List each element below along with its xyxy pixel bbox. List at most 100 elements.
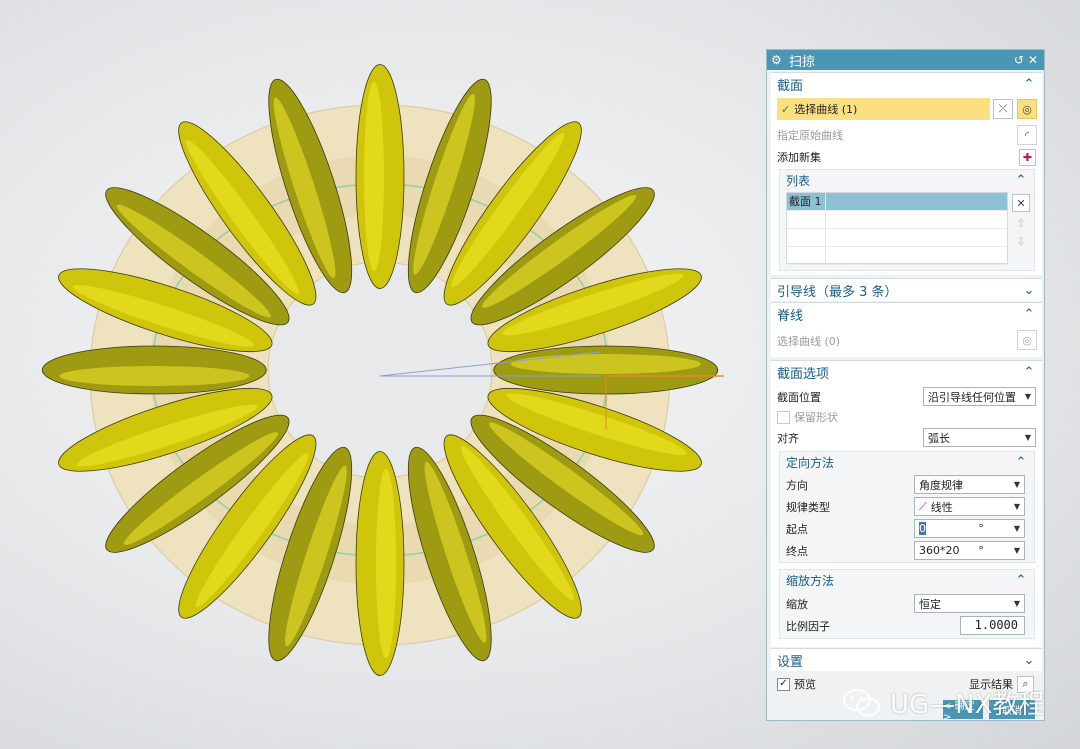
watermark-text: UG—NX教程 [890, 690, 1045, 720]
preview-checkbox[interactable]: ✓ [777, 677, 790, 691]
specify-origin-curve-row: 指定原始曲线 [771, 125, 1042, 145]
dialog-titlebar: ⚙ 扫掠 ↺ ✕ [767, 50, 1044, 70]
scaling-header-label: 缩放方法 [786, 573, 835, 588]
list-header-label: 列表 [786, 173, 811, 188]
sweep-fin [41, 345, 267, 395]
dropdown-arrow-icon: ▼ [1013, 599, 1020, 608]
sweep-fin [355, 451, 405, 676]
add-new-set-row: 添加新集 [771, 147, 1042, 167]
scale-value: 恒定 [919, 597, 941, 611]
fin-highlight [364, 81, 384, 272]
settings-panel: 设置 ⌄ [771, 648, 1042, 671]
spine-panel: 脊线 ⌃ 选择曲线 (0) ◎ [771, 302, 1042, 357]
list-item[interactable] [787, 229, 1007, 247]
law-type-dropdown[interactable]: ⟋ 线性 ▼ [914, 497, 1025, 516]
orientation-header[interactable]: 定向方法 ⌃ [780, 452, 1034, 472]
select-curve-field[interactable]: ✓ 选择曲线 (1) [777, 98, 990, 120]
scale-factor-input[interactable]: 1.0000 [960, 616, 1025, 635]
section-options-header[interactable]: 截面选项 ⌃ [771, 361, 1042, 383]
move-up-icon[interactable]: ⇧ [1012, 215, 1030, 231]
checkmark-icon: ✓ [781, 102, 791, 116]
chevron-up-icon[interactable]: ⌃ [1022, 307, 1036, 322]
list-item-label: 截面 1 [787, 193, 826, 210]
start-value: 0 [919, 522, 926, 535]
settings-header-label: 设置 [777, 654, 804, 670]
list-group: 列表 ⌃ 截面 1 ✕ ⇧ ⇩ [779, 169, 1035, 271]
section-list[interactable]: 截面 1 [786, 192, 1008, 265]
guide-panel: 引导线（最多 3 条） ⌄ [771, 278, 1042, 301]
chevron-up-icon[interactable]: ⌃ [1014, 455, 1028, 470]
move-down-icon[interactable]: ⇩ [1012, 233, 1030, 249]
direction-dropdown[interactable]: 角度规律 ▼ [914, 475, 1025, 494]
chevron-up-icon[interactable]: ⌃ [1022, 365, 1036, 380]
list-item[interactable] [787, 247, 1007, 265]
linear-law-icon: ⟋ [919, 499, 927, 513]
end-unit: ° [978, 544, 984, 557]
gear-icon[interactable]: ⚙ [771, 53, 785, 67]
dialog-title: 扫掠 [789, 54, 816, 70]
law-type-value: 线性 [930, 500, 953, 514]
guide-header-label: 引导线（最多 3 条） [777, 284, 898, 300]
dropdown-arrow-icon: ▼ [1013, 524, 1020, 533]
alignment-dropdown[interactable]: 弧长 ▼ [923, 428, 1036, 447]
list-header[interactable]: 列表 ⌃ [780, 170, 1034, 190]
spine-header[interactable]: 脊线 ⌃ [771, 303, 1042, 325]
dropdown-arrow-icon: ▼ [1013, 546, 1020, 555]
spine-header-label: 脊线 [777, 308, 804, 324]
chevron-up-icon[interactable]: ⌃ [1022, 77, 1036, 92]
section-header[interactable]: 截面 ⌃ [771, 73, 1042, 95]
close-icon[interactable]: ✕ [1026, 53, 1040, 67]
delete-icon[interactable]: ✕ [1012, 194, 1030, 212]
preserve-shape-checkbox[interactable] [777, 410, 790, 424]
orientation-header-label: 定向方法 [786, 455, 835, 470]
spine-select-label: 选择曲线 (0) [777, 335, 841, 348]
chevron-down-icon[interactable]: ⌄ [1022, 283, 1036, 298]
wechat-icon [842, 688, 881, 717]
preserve-shape-label: 保留形状 [794, 411, 838, 424]
list-item[interactable]: 截面 1 [787, 193, 1007, 211]
add-set-icon[interactable]: ✚ [1019, 149, 1036, 166]
scaling-header[interactable]: 缩放方法 ⌃ [780, 570, 1034, 590]
end-input[interactable]: 360*20 ° ▼ [914, 541, 1025, 560]
chevron-up-icon[interactable]: ⌃ [1014, 173, 1028, 188]
reset-icon[interactable]: ↺ [1012, 53, 1026, 67]
reverse-direction-icon[interactable]: ⤫ [993, 99, 1013, 119]
dropdown-arrow-icon: ▼ [1013, 502, 1020, 511]
watermark: UG—NX教程 [842, 684, 1044, 721]
graphics-viewport[interactable] [0, 0, 760, 749]
add-new-set-label: 添加新集 [777, 151, 821, 164]
section-options-panel: 截面选项 ⌃ 截面位置 沿引导线任何位置 ▼ 保留形状 对齐 弧长 ▼ 定向方法… [771, 360, 1042, 647]
dropdown-arrow-icon: ▼ [1024, 392, 1031, 401]
select-curve-label: 选择曲线 (1) [794, 103, 858, 116]
swept-surface-model[interactable] [0, 0, 760, 749]
start-input[interactable]: 0 ° ▼ [914, 519, 1025, 538]
start-unit: ° [978, 522, 984, 535]
section-location-dropdown[interactable]: 沿引导线任何位置 ▼ [923, 387, 1036, 406]
chevron-up-icon[interactable]: ⌃ [1014, 573, 1028, 588]
fin-highlight [376, 468, 396, 659]
guide-header[interactable]: 引导线（最多 3 条） ⌄ [771, 279, 1042, 301]
fin-highlight [510, 354, 701, 374]
dropdown-arrow-icon: ▼ [1013, 480, 1020, 489]
spine-curve-icon[interactable]: ◎ [1017, 330, 1037, 350]
preserve-shape-row: 保留形状 [771, 407, 1042, 427]
curve-select-icon[interactable]: ◎ [1017, 99, 1037, 119]
sweep-dialog: ⚙ 扫掠 ↺ ✕ 截面 ⌃ ✓ 选择曲线 (1) ⤫ ◎ 指定原始曲线 ◜ 添加… [766, 49, 1045, 721]
scaling-group: 缩放方法 ⌃ 缩放 恒定 ▼ 比例因子 1.0000 [779, 569, 1035, 639]
section-options-header-label: 截面选项 [777, 366, 830, 382]
orientation-group: 定向方法 ⌃ 方向 角度规律 ▼ 规律类型 ⟋ 线性 ▼ 起点 0 ° ▼ 终点… [779, 451, 1035, 563]
origin-curve-icon[interactable]: ◜ [1017, 125, 1037, 145]
section-location-value: 沿引导线任何位置 [928, 390, 1016, 404]
end-value: 360*20 [919, 544, 960, 557]
list-item[interactable] [787, 211, 1007, 229]
spine-select-row: 选择曲线 (0) [771, 331, 1042, 351]
dropdown-arrow-icon: ▼ [1024, 433, 1031, 442]
section-panel: 截面 ⌃ ✓ 选择曲线 (1) ⤫ ◎ 指定原始曲线 ◜ 添加新集 ✚ 列表 ⌃… [771, 72, 1042, 275]
specify-origin-curve-label: 指定原始曲线 [777, 129, 843, 142]
scale-dropdown[interactable]: 恒定 ▼ [914, 594, 1025, 613]
fin-highlight [59, 366, 250, 386]
settings-header[interactable]: 设置 ⌄ [771, 649, 1042, 671]
direction-value: 角度规律 [919, 478, 963, 492]
sweep-fin [355, 64, 405, 289]
chevron-down-icon[interactable]: ⌄ [1022, 653, 1036, 668]
